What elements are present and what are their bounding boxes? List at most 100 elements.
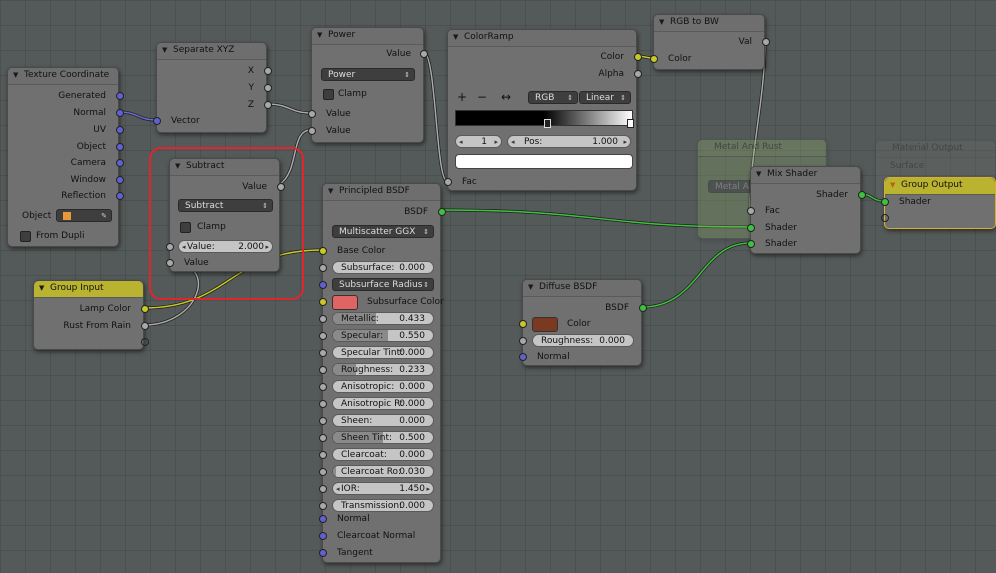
socket-field-8[interactable]	[319, 451, 327, 459]
socket-field-10[interactable]	[319, 485, 327, 493]
interpolation-dropdown[interactable]: Linear ⇕	[579, 91, 631, 104]
add-stop-button[interactable]: +	[457, 90, 467, 104]
subsurface-color-swatch[interactable]	[332, 295, 358, 310]
socket-normal[interactable]	[319, 515, 327, 523]
node-editor-canvas[interactable]: Metal And Rust Metal An Material Output …	[0, 0, 996, 573]
eyedropper-icon[interactable]: ✎	[101, 210, 107, 223]
socket-bsdf-out[interactable]	[639, 304, 647, 312]
socket-shader-in-2[interactable]	[747, 240, 755, 248]
socket-field-4[interactable]	[319, 383, 327, 391]
collapse-icon[interactable]: ▼	[13, 71, 18, 79]
socket-field-9[interactable]	[319, 468, 327, 476]
remove-stop-button[interactable]: −	[477, 90, 487, 104]
socket-bsdf-out[interactable]	[438, 208, 446, 216]
node-texture-coordinate[interactable]: ▼ Texture Coordinate Generated Normal UV …	[7, 67, 124, 247]
socket-uv[interactable]	[116, 126, 124, 134]
socket-field-11[interactable]	[319, 502, 327, 510]
socket-normal[interactable]	[519, 353, 527, 361]
node-colorramp[interactable]: ▼ ColorRamp Color Alpha + − ↔ RGB ⇕ Linear…	[444, 29, 642, 191]
socket-val-out[interactable]	[762, 38, 770, 46]
socket-window[interactable]	[116, 176, 124, 184]
distribution-dropdown[interactable]: Multiscatter GGX ⇕	[332, 225, 434, 238]
subsurface-field[interactable]: Subsurface: 0.000	[332, 261, 434, 274]
collapse-icon[interactable]: ▼	[453, 33, 458, 41]
socket-subsurface-color[interactable]	[319, 298, 327, 306]
field-clearcoat[interactable]: Clearcoat: 0.000	[332, 448, 434, 461]
field-specular[interactable]: Specular: 0.550	[332, 329, 434, 342]
collapse-icon[interactable]: ▼	[328, 187, 333, 195]
field-sheen[interactable]: Sheen: 0.000	[332, 414, 434, 427]
collapse-icon[interactable]: ▼	[39, 284, 44, 292]
operation-dropdown[interactable]: Power ⇕	[321, 68, 415, 81]
socket-camera[interactable]	[116, 159, 124, 167]
socket-color-in[interactable]	[650, 55, 658, 63]
socket-value-in-2[interactable]	[308, 127, 316, 135]
socket-subsurface-radius[interactable]	[319, 281, 327, 289]
socket-empty[interactable]	[141, 338, 149, 346]
stop-position-field[interactable]: ◂ Pos: 1.000 ▸	[507, 135, 631, 148]
object-picker[interactable]: ✎	[56, 209, 112, 222]
field-ior[interactable]: IOR: 1.450 ◂ ▸	[332, 482, 434, 495]
socket-value-out[interactable]	[420, 50, 428, 58]
node-power[interactable]: ▼ Power Value Power ⇕ Clamp Value Value	[308, 27, 428, 143]
node-separate-xyz[interactable]: ▼ Separate XYZ X Y Z Vector	[153, 42, 272, 133]
socket-reflection[interactable]	[116, 192, 124, 200]
color-mode-dropdown[interactable]: RGB ⇕	[528, 91, 578, 104]
socket-object[interactable]	[116, 143, 124, 151]
socket-x[interactable]	[264, 67, 272, 75]
collapse-icon[interactable]: ▼	[317, 31, 322, 39]
socket-fac-in[interactable]	[747, 207, 755, 215]
field-anisotropic[interactable]: Anisotropic: 0.000	[332, 380, 434, 393]
diffuse-color-swatch[interactable]	[532, 317, 558, 332]
field-anisotropic-r[interactable]: Anisotropic R: 0.000	[332, 397, 434, 410]
socket-lamp-color[interactable]	[141, 305, 149, 313]
from-dupli-checkbox[interactable]	[20, 231, 31, 242]
socket-color[interactable]	[519, 320, 527, 328]
socket-field-5[interactable]	[319, 400, 327, 408]
socket-field-7[interactable]	[319, 434, 327, 442]
node-group-input[interactable]: ▼ Group Input Lamp Color Rust From Rain	[33, 280, 149, 350]
flip-ramp-button[interactable]: ↔	[501, 90, 511, 104]
collapse-icon[interactable]: ▼	[528, 283, 533, 291]
socket-field-3[interactable]	[319, 366, 327, 374]
node-group-output[interactable]: ▼ Group Output Shader	[881, 177, 996, 229]
socket-shader-in-1[interactable]	[747, 224, 755, 232]
socket-field-1[interactable]	[319, 332, 327, 340]
socket-empty[interactable]	[881, 214, 889, 222]
stop-color-swatch[interactable]	[455, 154, 633, 169]
socket-fac-in[interactable]	[444, 178, 452, 186]
socket-field-2[interactable]	[319, 349, 327, 357]
field-roughness[interactable]: Roughness: 0.233	[332, 363, 434, 376]
socket-z[interactable]	[264, 101, 272, 109]
field-metallic[interactable]: Metallic: 0.433	[332, 312, 434, 325]
socket-field-0[interactable]	[319, 315, 327, 323]
field-sheen-tint[interactable]: Sheen Tint: 0.500	[332, 431, 434, 444]
color-stop-marker[interactable]	[544, 119, 551, 128]
collapse-icon[interactable]: ▼	[659, 18, 664, 26]
socket-rust-from-rain[interactable]	[141, 322, 149, 330]
node-rgb-to-bw[interactable]: ▼ RGB to BW Val Color	[650, 14, 770, 70]
socket-base-color[interactable]	[319, 247, 327, 255]
node-mix-shader[interactable]: ▼ Mix Shader Shader Fac Shader Shader	[747, 166, 866, 254]
socket-y[interactable]	[264, 84, 272, 92]
socket-normal[interactable]	[116, 109, 124, 117]
socket-subsurface[interactable]	[319, 264, 327, 272]
socket-alpha-out[interactable]	[634, 70, 642, 78]
socket-tangent[interactable]	[319, 549, 327, 557]
roughness-field[interactable]: Roughness: 0.000	[532, 334, 634, 347]
node-principled-bsdf[interactable]: ▼ Principled BSDF BSDF Multiscatter GGX ⇕ …	[319, 183, 446, 563]
socket-roughness[interactable]	[519, 337, 527, 345]
socket-vector[interactable]	[153, 117, 161, 125]
color-stop-marker-active[interactable]	[627, 119, 634, 128]
collapse-icon[interactable]: ▼	[162, 46, 167, 54]
socket-clearcoat-normal[interactable]	[319, 532, 327, 540]
socket-color-out[interactable]	[634, 53, 642, 61]
collapse-icon[interactable]: ▼	[890, 181, 895, 189]
socket-generated[interactable]	[116, 92, 124, 100]
field-transmission[interactable]: Transmission: 0.000	[332, 499, 434, 512]
field-clearcoat-ro[interactable]: Clearcoat Ro: 0.030	[332, 465, 434, 478]
collapse-icon[interactable]: ▼	[756, 170, 761, 178]
field-specular-tint[interactable]: Specular Tint: 0.000	[332, 346, 434, 359]
socket-field-6[interactable]	[319, 417, 327, 425]
stop-index-field[interactable]: ◂ 1 ▸	[455, 135, 502, 148]
